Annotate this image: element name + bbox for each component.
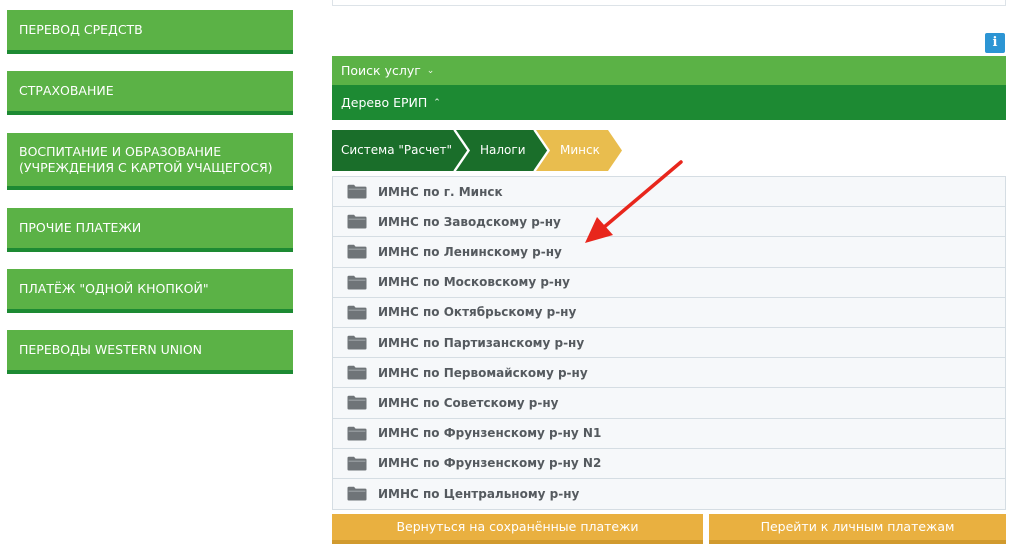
list-item-label: ИМНС по Московскому р-ну <box>378 275 570 290</box>
list-item[interactable]: ИМНС по Фрунзенскому р-ну N2 <box>333 448 1005 479</box>
search-services-label: Поиск услуг <box>341 63 421 78</box>
list-item-label: ИМНС по Фрунзенскому р-ну N1 <box>378 426 602 441</box>
folder-icon <box>347 456 367 471</box>
folder-icon <box>347 275 367 290</box>
menu-item-other-payments[interactable]: ПРОЧИЕ ПЛАТЕЖИ <box>7 208 293 252</box>
folder-icon <box>347 366 367 380</box>
folder-icon <box>347 245 367 259</box>
list-item-label: ИМНС по Партизанскому р-ну <box>378 335 585 350</box>
list-item[interactable]: ИМНС по Фрунзенскому р-ну N1 <box>333 418 1005 449</box>
list-item-label: ИМНС по г. Минск <box>378 184 503 199</box>
list-item-label: ИМНС по Фрунзенскому р-ну N2 <box>378 456 602 471</box>
list-item-label: ИМНС по Первомайскому р-ну <box>378 365 588 380</box>
saved-payments-button[interactable]: Вернуться на сохранённые платежи <box>332 514 703 544</box>
erip-tree-label: Дерево ЕРИП <box>341 95 428 110</box>
list-item[interactable]: ИМНС по Партизанскому р-ну <box>333 327 1005 359</box>
list-item[interactable]: ИМНС по Советскому р-ну <box>333 388 1005 419</box>
erip-tree-toggle[interactable]: Дерево ЕРИП ⌃ <box>332 85 1006 120</box>
list-item[interactable]: ИМНС по Центральному р-ну <box>333 478 1005 510</box>
folder-icon <box>347 184 367 199</box>
folder-icon <box>347 396 367 410</box>
erip-page: ПЕРЕВОД СРЕДСТВ СТРАХОВАНИЕ ВОСПИТАНИЕ И… <box>0 0 1024 552</box>
red-arrow-icon <box>585 160 683 243</box>
top-panel <box>332 0 1006 6</box>
list-item-label: ИМНС по Центральному р-ну <box>378 486 580 501</box>
list-item-label: ИМНС по Заводскому р-ну <box>378 214 561 229</box>
menu-item-insurance[interactable]: СТРАХОВАНИЕ <box>7 71 293 115</box>
folder-icon <box>347 426 367 441</box>
personal-payments-button[interactable]: Перейти к личным платежам <box>709 514 1006 544</box>
list-item-label: ИМНС по Ленинскому р-ну <box>378 244 562 259</box>
list-item-label: ИМНС по Октябрьскому р-ну <box>378 305 577 320</box>
list-item-label: ИМНС по Советскому р-ну <box>378 395 559 410</box>
chevron-down-icon: ⌄ <box>426 65 435 76</box>
list-item[interactable]: ИМНС по Московскому р-ну <box>333 267 1005 298</box>
folder-icon <box>347 305 367 320</box>
chevron-up-icon: ⌃ <box>433 97 441 108</box>
menu-item-transfer[interactable]: ПЕРЕВОД СРЕДСТВ <box>7 10 293 54</box>
info-icon[interactable]: i <box>985 33 1005 53</box>
search-services-toggle[interactable]: Поиск услуг ⌄ <box>332 56 1006 85</box>
list-item[interactable]: ИМНС по Октябрьскому р-ну <box>333 297 1005 328</box>
list-item[interactable]: ИМНС по Первомайскому р-ну <box>333 358 1005 389</box>
menu-item-education[interactable]: ВОСПИТАНИЕ И ОБРАЗОВАНИЕ (УЧРЕЖДЕНИЯ С К… <box>7 133 293 190</box>
breadcrumb-item-system[interactable]: Система "Расчет" <box>341 130 452 171</box>
folder-icon <box>347 487 367 501</box>
menu-item-western-union[interactable]: ПЕРЕВОДЫ WESTERN UNION <box>7 330 293 374</box>
folder-icon <box>347 335 367 350</box>
folder-icon <box>347 215 367 229</box>
menu-item-one-button[interactable]: ПЛАТЁЖ "ОДНОЙ КНОПКОЙ" <box>7 269 293 313</box>
breadcrumb-item-taxes[interactable]: Налоги <box>480 130 526 171</box>
